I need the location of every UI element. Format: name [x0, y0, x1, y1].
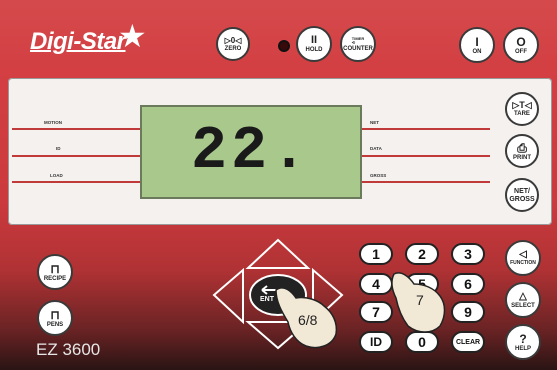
scale-indicator-panel: Digi-Star ★ ▷0◁ ZERO II HOLD TIMER ⟲ COUN…: [0, 0, 557, 370]
step-callout-right: 7: [416, 292, 424, 308]
step-callout-left: 6/8: [298, 312, 318, 328]
hand-pointers: [275, 272, 446, 349]
model-label: EZ 3600: [36, 340, 101, 359]
